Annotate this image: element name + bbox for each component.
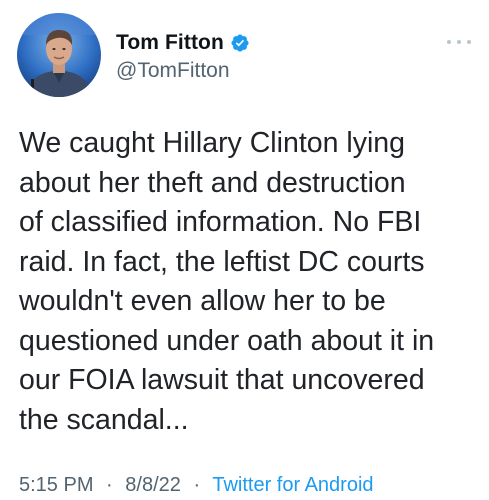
tweet-metadata: 5:15 PM · 8/8/22 · Twitter for Android — [19, 472, 374, 498]
meta-separator: · — [193, 474, 201, 496]
tweet-text-line: raid. In fact, the leftist DC courts — [19, 245, 425, 278]
tweet-text-line: the scandal... — [19, 403, 189, 436]
more-dot — [447, 40, 451, 44]
more-options-icon[interactable] — [447, 36, 471, 48]
tweet-date[interactable]: 8/8/22 — [125, 474, 181, 496]
author-display-name[interactable]: Tom Fitton — [116, 31, 224, 55]
tweet-time[interactable]: 5:15 PM — [19, 474, 93, 496]
author-name-row[interactable]: Tom Fitton — [116, 30, 250, 56]
profile-photo — [17, 13, 101, 97]
author-handle[interactable]: @TomFitton — [116, 58, 230, 84]
tweet: Tom Fitton @TomFitton We caught Hillary … — [0, 0, 489, 500]
meta-separator: · — [106, 474, 113, 496]
more-dot — [457, 40, 461, 44]
tweet-text: We caught Hillary Clinton lying about he… — [19, 124, 484, 440]
more-dot — [467, 40, 471, 44]
tweet-text-line: We caught Hillary Clinton lying — [19, 127, 405, 159]
tweet-text-line: wouldn't even allow her to be — [19, 285, 386, 317]
tweet-source-link[interactable]: Twitter for Android — [212, 474, 373, 496]
tweet-text-line: questioned under oath about it in — [19, 324, 435, 357]
tweet-text-line: about her theft and destruction — [19, 166, 406, 199]
verified-badge-icon — [231, 34, 249, 52]
tweet-text-line: of classified information. No FBI — [19, 206, 422, 238]
avatar[interactable] — [17, 13, 101, 97]
tweet-text-line: our FOIA lawsuit that uncovered — [19, 364, 425, 396]
